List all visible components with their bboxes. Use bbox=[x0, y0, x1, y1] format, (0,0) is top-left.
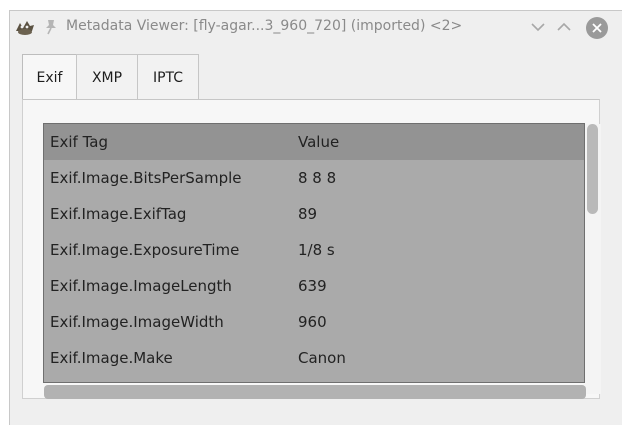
row-tag: Exif.Image.Make bbox=[50, 349, 173, 367]
row-tag: Exif.Image.BitsPerSample bbox=[50, 169, 242, 187]
gimp-icon bbox=[14, 17, 36, 37]
close-icon bbox=[592, 23, 602, 33]
row-value: Canon bbox=[298, 349, 346, 367]
window-title: Metadata Viewer: [fly-agar...3_960_720] … bbox=[66, 18, 463, 34]
row-value: 960 bbox=[298, 313, 327, 331]
tab-xmp[interactable]: XMP bbox=[76, 54, 138, 100]
exif-table[interactable]: Exif Tag Value Exif.Image.BitsPerSample … bbox=[43, 123, 585, 383]
row-value: 8 8 8 bbox=[298, 169, 337, 187]
chevron-down-icon bbox=[531, 23, 545, 32]
table-row[interactable]: Exif.Image.BitsPerSample 8 8 8 bbox=[44, 160, 584, 196]
pin-icon[interactable] bbox=[44, 19, 58, 35]
vertical-scrollbar[interactable] bbox=[585, 124, 601, 394]
horizontal-scrollbar[interactable] bbox=[44, 385, 586, 399]
column-header-value[interactable]: Value bbox=[298, 124, 339, 160]
tab-iptc[interactable]: IPTC bbox=[137, 54, 199, 100]
row-tag: Exif.Image.ImageWidth bbox=[50, 313, 224, 331]
table-row[interactable]: Exif.Image.ExifTag 89 bbox=[44, 196, 584, 232]
table-row[interactable]: Exif.Image.Make Canon bbox=[44, 340, 584, 376]
row-value: 1/8 s bbox=[298, 241, 335, 259]
title-bar[interactable]: Metadata Viewer: [fly-agar...3_960_720] … bbox=[10, 11, 622, 43]
chevron-up-icon bbox=[557, 22, 571, 31]
close-button[interactable] bbox=[586, 17, 608, 39]
maximize-button[interactable] bbox=[556, 19, 572, 35]
column-header-tag[interactable]: Exif Tag bbox=[50, 124, 108, 160]
table-row[interactable]: Exif.Image.ImageLength 639 bbox=[44, 268, 584, 304]
table-row[interactable]: Exif.Image.ExposureTime 1/8 s bbox=[44, 232, 584, 268]
row-tag: Exif.Image.ImageLength bbox=[50, 277, 232, 295]
table-row[interactable]: Exif.Image.ImageWidth 960 bbox=[44, 304, 584, 340]
row-tag: Exif.Image.ExifTag bbox=[50, 205, 187, 223]
row-value: 639 bbox=[298, 277, 327, 295]
row-value: 89 bbox=[298, 205, 318, 223]
tab-bar: Exif XMP IPTC bbox=[22, 54, 199, 100]
row-tag: Exif.Image.ExposureTime bbox=[50, 241, 240, 259]
minimize-button[interactable] bbox=[530, 19, 546, 35]
tab-exif[interactable]: Exif bbox=[22, 54, 77, 100]
metadata-viewer-window: Metadata Viewer: [fly-agar...3_960_720] … bbox=[9, 10, 622, 425]
table-header: Exif Tag Value bbox=[44, 124, 584, 160]
vertical-scrollbar-thumb[interactable] bbox=[587, 124, 598, 214]
